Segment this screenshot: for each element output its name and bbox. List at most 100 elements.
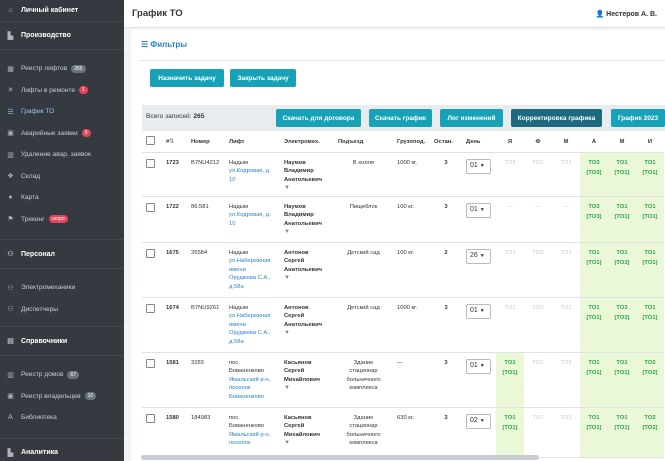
month-cell[interactable]: ТО1 [524, 152, 552, 197]
address-link[interactable]: Ямальский р-н, поселок [229, 431, 276, 448]
column-header-entrance[interactable]: Подъезд [334, 132, 393, 153]
day-select[interactable]: 02 ▼ [466, 413, 491, 429]
month-cell[interactable]: ТО1 [ТО1] [580, 242, 608, 298]
correct-schedule-button[interactable]: Корректировка графика [511, 109, 602, 127]
sidebar-item-lift-registry[interactable]: ▦ Реестр лифтов 265 [0, 58, 124, 80]
sidebar-item-tracking[interactable]: ⚑ Трекинг скоро [0, 209, 124, 231]
column-header-day[interactable]: День [462, 132, 496, 153]
month-cell[interactable]: ТО1 [552, 242, 580, 298]
column-header-month[interactable]: А [580, 132, 608, 153]
filters-toggle[interactable]: ☰ Фильтры [141, 40, 187, 49]
sidebar-section-personnel[interactable]: ⚇ Персонал [0, 239, 124, 269]
month-cell[interactable]: ТО1 [ТО1] [608, 152, 636, 197]
column-header-month[interactable]: Ф [524, 132, 552, 153]
row-checkbox[interactable] [146, 202, 155, 212]
table-row[interactable]: 1722 86.581 Надым ул.Кодровая, д. 10 Наумов Вл… [142, 196, 664, 243]
sidebar-account[interactable]: ⌂ Личный кабинет [0, 0, 124, 22]
row-checkbox[interactable] [146, 248, 155, 258]
month-cell[interactable]: ТО2 [524, 242, 552, 298]
sidebar-item-warehouse[interactable]: ❖ Склад [0, 166, 124, 188]
table-row[interactable]: 1581 3283 пос. Бованенково Ямальский р-н, пос… [142, 352, 664, 408]
month-cell[interactable]: ТО1 [ТО1] [636, 297, 664, 353]
column-header-capacity[interactable]: Грузопод. [393, 132, 430, 153]
sidebar-item-mechanics[interactable]: ⚇ Электромеханики [0, 277, 124, 299]
month-cell[interactable]: ТО2 [ТО2] [636, 352, 664, 408]
download-contract-button[interactable]: Скачать для договора [276, 109, 361, 127]
month-cell[interactable]: ТО1 [ТО1] [496, 407, 524, 458]
address-link[interactable]: ул.Кодровая, д. 10 [229, 211, 276, 228]
month-cell[interactable]: ТО1 [ТО1] [608, 196, 636, 243]
filter-icon[interactable]: ▼ [284, 439, 330, 448]
column-header-lift[interactable]: Лифт [225, 132, 280, 153]
month-cell[interactable]: ТО2 [ТО2] [636, 407, 664, 458]
year-schedule-button[interactable]: График 2023 [611, 109, 665, 127]
address-link[interactable]: Ямальский р-н, поселок Бованенково [229, 376, 276, 402]
filter-icon[interactable]: ▼ [284, 274, 330, 283]
month-cell[interactable]: ТО1 [ТО1] [580, 297, 608, 353]
month-cell[interactable]: ТО1 [ТО1] [636, 152, 664, 197]
sidebar-item-house-registry[interactable]: ▥ Реестр домов 67 [0, 364, 124, 386]
sidebar-section-analytics[interactable]: ▙ Аналитика [0, 437, 124, 461]
day-select[interactable]: 01 ▼ [466, 358, 491, 374]
day-select[interactable]: 26 ▼ [466, 248, 491, 264]
month-cell[interactable]: — [496, 196, 524, 243]
month-cell[interactable]: ТО3 [ТО3] [608, 297, 636, 353]
day-select[interactable]: 01 ▼ [466, 303, 491, 319]
filter-icon[interactable]: ▼ [284, 228, 330, 237]
sidebar-item-map[interactable]: ● Карта [0, 187, 124, 209]
filter-icon[interactable]: ▼ [284, 184, 330, 193]
close-task-button[interactable]: Закрыть задачу [230, 69, 296, 87]
sidebar-item-schedule[interactable]: ☰ График ТО [0, 101, 124, 123]
address-link[interactable]: ул.Набережная имени Оруджева С.А., д.58а [229, 312, 276, 346]
row-checkbox[interactable] [146, 303, 155, 313]
month-cell[interactable]: ТО1 [ТО1] [608, 407, 636, 458]
month-cell[interactable]: ТО1 [ТО1] [580, 352, 608, 408]
table-row[interactable]: 1580 184983 пос. Бованенково Ямальский р-н, п… [142, 407, 664, 458]
month-cell[interactable]: ТО1 [ТО3] [608, 242, 636, 298]
day-select[interactable]: 01 ▼ [466, 202, 491, 218]
horizontal-scrollbar[interactable] [141, 455, 539, 460]
month-cell[interactable]: ТО2 [524, 297, 552, 353]
month-cell[interactable]: — [524, 196, 552, 243]
sidebar-item-delete-requests[interactable]: ▥ Удаление авар. заявок [0, 144, 124, 166]
select-all-checkbox[interactable] [146, 136, 155, 146]
row-checkbox[interactable] [146, 413, 155, 423]
month-cell[interactable]: ТО3 [552, 352, 580, 408]
month-cell[interactable]: ТО1 [ТО1] [636, 196, 664, 243]
table-row[interactable]: 1674 B7NU9261 Надым ул.Набережная имени Орудж… [142, 297, 664, 353]
sidebar-section-references[interactable]: ▤ Справочники [0, 326, 124, 356]
address-link[interactable]: ул.Набережная имени Оруджева С.А., д.58а [229, 257, 276, 291]
filter-icon[interactable]: ▼ [284, 329, 330, 338]
table-row[interactable]: 1723 B7NU4212 Надым ул.Кодровая, д. 10 Наумов… [142, 152, 664, 197]
month-cell[interactable]: ТО1 [496, 297, 524, 353]
month-cell[interactable]: ТО1 [ТО1] [580, 407, 608, 458]
sidebar-item-dispatchers[interactable]: ⚇ Диспетчеры [0, 299, 124, 321]
month-cell[interactable]: ТО1 [552, 297, 580, 353]
user-menu[interactable]: 👤 Нестеров А. В. [596, 10, 658, 18]
month-cell[interactable]: ТО1 [552, 152, 580, 197]
month-cell[interactable]: ТО1 [ТО1] [496, 352, 524, 408]
column-header-month[interactable]: М [552, 132, 580, 153]
row-checkbox[interactable] [146, 358, 155, 368]
column-header-mechanic[interactable]: Электромех. [280, 132, 334, 153]
address-link[interactable]: ул.Кодровая, д. 10 [229, 167, 276, 184]
assign-task-button[interactable]: Назначить задачу [150, 69, 224, 87]
table-row[interactable]: 1675 26584 Надым ул.Набережная имени Оруджева… [142, 242, 664, 298]
month-cell[interactable]: ТО1 [524, 407, 552, 458]
month-cell[interactable]: ТО1 [ТО1] [608, 352, 636, 408]
change-log-button[interactable]: Лог изменений [440, 109, 503, 127]
sidebar-item-emergency-requests[interactable]: ▣ Аварийные заявки 0 [0, 123, 124, 145]
month-cell[interactable]: ТО3 [ТО3] [580, 152, 608, 197]
column-header-number[interactable]: Номер [187, 132, 225, 153]
month-cell[interactable]: ТО1 [524, 352, 552, 408]
sidebar-item-lifts-in-repair[interactable]: ✕ Лифты в ремонте 1 [0, 80, 124, 102]
column-header-id[interactable]: #⇅ [162, 132, 187, 153]
column-header-month[interactable]: И [636, 132, 664, 153]
month-cell[interactable]: ТО1 [ТО1] [636, 242, 664, 298]
day-select[interactable]: 01 ▼ [466, 158, 491, 174]
month-cell[interactable]: ТО3 [ТО3] [580, 196, 608, 243]
column-header-month[interactable]: Я [496, 132, 524, 153]
month-cell[interactable]: ТО2 [496, 152, 524, 197]
filter-icon[interactable]: ▼ [284, 384, 330, 393]
month-cell[interactable]: — [552, 196, 580, 243]
